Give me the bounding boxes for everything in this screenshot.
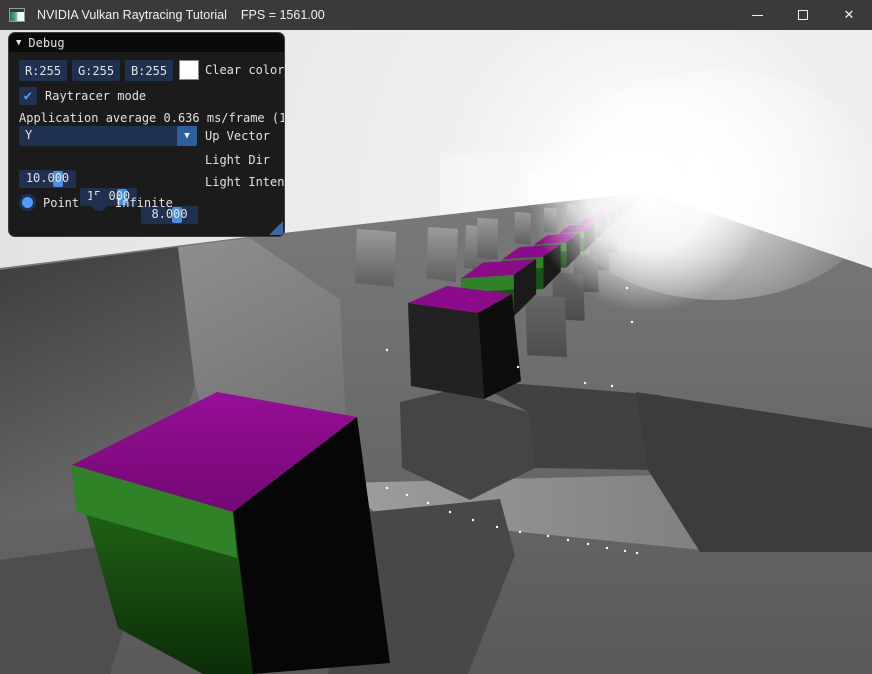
up-vector-label: Up Vector <box>205 127 270 146</box>
maximize-button[interactable] <box>780 0 826 30</box>
up-vector-value: Y <box>25 128 32 142</box>
red-255-button[interactable]: R:255 <box>19 60 67 81</box>
chevron-down-icon[interactable]: ▼ <box>177 126 197 146</box>
panel-title-label: Debug <box>28 36 64 50</box>
raytracer-mode-checkbox[interactable]: ✔ <box>19 87 37 105</box>
light-type-point-radio[interactable]: Point <box>19 194 79 211</box>
light-type-infinite-radio[interactable]: Infinite <box>91 194 173 211</box>
light-dir-x-slider[interactable]: 10.000 <box>19 170 76 188</box>
clear-color-label: Clear color <box>205 61 284 80</box>
green-255-button[interactable]: G:255 <box>72 60 120 81</box>
app-window: NVIDIA Vulkan Raytracing Tutorial FPS = … <box>0 0 872 674</box>
panel-titlebar[interactable]: ▼ Debug <box>9 33 284 52</box>
light-dir-x-value: 10.000 <box>19 171 76 185</box>
close-icon: ✕ <box>844 7 855 23</box>
minimize-button[interactable] <box>734 0 780 30</box>
app-icon <box>9 8 25 22</box>
debug-panel[interactable]: ▼ Debug R:255 G:255 B:255 Clear color ✔ … <box>8 32 285 237</box>
radio-circle-icon <box>91 194 108 211</box>
blue-255-button[interactable]: B:255 <box>125 60 173 81</box>
radio-circle-icon <box>19 194 36 211</box>
minimize-icon <box>752 15 763 16</box>
close-button[interactable]: ✕ <box>826 0 872 30</box>
checkmark-icon: ✔ <box>24 89 32 103</box>
raytracer-mode-label: Raytracer mode <box>45 87 146 106</box>
up-vector-combo[interactable]: Y ▼ <box>19 126 197 146</box>
maximize-icon <box>798 10 808 20</box>
light-dir-label: Light Dir <box>205 151 270 170</box>
fps-counter: FPS = 1561.00 <box>241 8 325 22</box>
window-title: NVIDIA Vulkan Raytracing Tutorial <box>37 8 227 22</box>
collapse-arrow-icon[interactable]: ▼ <box>16 38 21 48</box>
infinite-radio-label: Infinite <box>115 196 173 210</box>
clear-color-swatch[interactable] <box>179 60 199 80</box>
window-titlebar: NVIDIA Vulkan Raytracing Tutorial FPS = … <box>0 0 872 30</box>
light-intensity-label: Light Intens <box>205 173 285 192</box>
panel-resize-grip[interactable] <box>269 221 283 235</box>
point-radio-label: Point <box>43 196 79 210</box>
